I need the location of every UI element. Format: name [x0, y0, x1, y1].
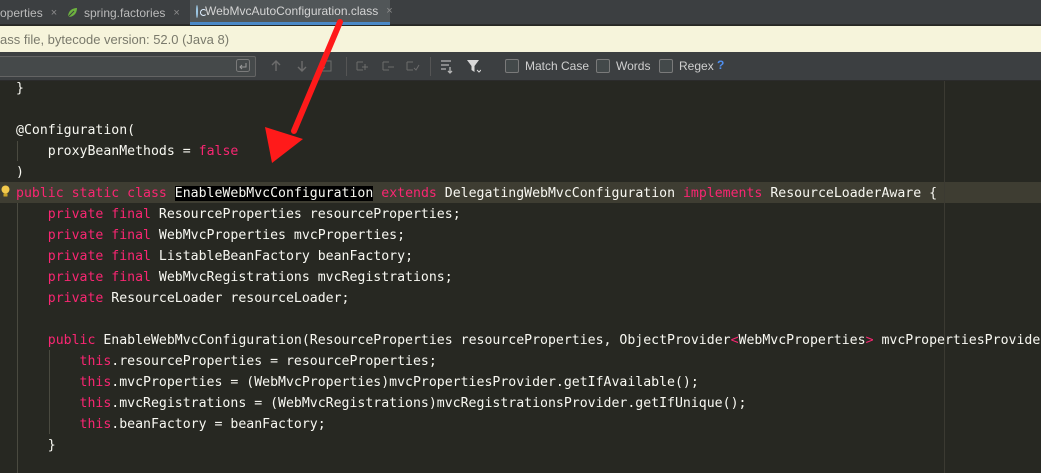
filter-search-results-icon[interactable] [439, 58, 455, 74]
toolbar-separator [430, 57, 431, 76]
close-icon[interactable]: × [51, 7, 57, 19]
code-token: implements [682, 186, 763, 201]
code-token: ; [397, 228, 406, 243]
code-token: WebMvcRegistrations mvcRegistrations [158, 270, 445, 285]
tab-properties[interactable]: operties × [0, 0, 57, 25]
code-token: DelegatingWebMvcConfiguration [436, 186, 683, 201]
match-case-checkbox[interactable] [505, 59, 519, 73]
code-token: EnableWebMvcConfiguration(ResourceProper… [103, 333, 731, 348]
code-token: extends [381, 186, 437, 201]
code-line[interactable]: this.resourceProperties = resourceProper… [16, 351, 437, 372]
code-token: this [16, 417, 112, 432]
regex-checkbox[interactable] [659, 59, 673, 73]
select-all-occurrences-icon[interactable] [318, 58, 334, 74]
code-token: @Configuration( [16, 123, 136, 138]
add-occurrence-icon[interactable] [354, 58, 370, 74]
close-icon[interactable]: × [173, 7, 179, 19]
find-toolbar: Match Case Words Regex ? [0, 52, 1041, 81]
tab-label: spring.factories [84, 5, 166, 20]
decompiled-notice-banner: ass file, bytecode version: 52.0 (Java 8… [0, 26, 1041, 52]
code-line[interactable]: this.mvcRegistrations = (WebMvcRegistrat… [16, 393, 747, 414]
code-line[interactable]: private final WebMvcProperties mvcProper… [16, 225, 405, 246]
code-line[interactable]: ) [16, 162, 24, 183]
code-token: public [16, 333, 104, 348]
match-case-label: Match Case [525, 59, 590, 73]
code-line[interactable]: proxyBeanMethods = false [16, 141, 239, 162]
code-token: proxyBeanMethods = [16, 144, 199, 159]
code-line[interactable]: private ResourceLoader resourceLoader; [16, 288, 350, 309]
code-token: private final [16, 249, 159, 264]
code-token: .mvcProperties = (WebMvcProperties)mvcPr… [111, 375, 699, 390]
filter-icon[interactable] [465, 58, 481, 74]
close-icon[interactable]: × [386, 5, 392, 17]
code-token: this [16, 354, 112, 369]
tab-spring-factories[interactable]: spring.factories × [60, 0, 188, 25]
code-token: WebMvcProperties mvcProperties [158, 228, 398, 243]
code-line[interactable]: } [16, 435, 56, 456]
tab-label: WebMvcAutoConfiguration.class [205, 4, 379, 18]
toolbar-separator [346, 57, 347, 76]
code-token: .mvcRegistrations = (WebMvcRegistrations… [111, 396, 747, 411]
spring-leaf-icon [67, 7, 77, 17]
code-token: mvcPropertiesProvide [873, 333, 1041, 348]
code-line[interactable]: @Configuration( [16, 120, 135, 141]
code-token: ; [341, 291, 350, 306]
code-token: this [16, 375, 112, 390]
code-token: private [16, 291, 112, 306]
previous-occurrence-icon[interactable] [268, 58, 284, 74]
code-token: private final [16, 270, 159, 285]
code-line[interactable]: } [16, 81, 24, 99]
intention-bulb-icon[interactable] [1, 185, 10, 198]
code-line[interactable]: this.mvcProperties = (WebMvcProperties)m… [16, 372, 699, 393]
code-token: ; [405, 249, 414, 264]
code-token: < [730, 333, 739, 348]
editor-tab-bar: operties × spring.factories × WebMvcAuto… [0, 0, 1041, 25]
tab-webmvcautoconfiguration-class[interactable]: WebMvcAutoConfiguration.class × [190, 0, 393, 25]
select-all-matches-icon[interactable] [404, 58, 420, 74]
regex-label: Regex [679, 59, 714, 73]
code-line[interactable]: private final WebMvcRegistrations mvcReg… [16, 267, 453, 288]
code-line[interactable]: public static class EnableWebMvcConfigur… [16, 183, 937, 204]
code-token: private final [16, 207, 159, 222]
code-line[interactable]: this.beanFactory = beanFactory; [16, 414, 326, 435]
class-file-icon [196, 4, 207, 18]
code-token: } [16, 81, 24, 96]
tab-label: operties [0, 5, 43, 20]
search-input[interactable] [0, 56, 256, 77]
code-token: ; [444, 270, 453, 285]
selected-class-name: EnableWebMvcConfiguration [174, 186, 374, 201]
code-token: private final [16, 228, 159, 243]
code-token: WebMvcProperties [738, 333, 866, 348]
right-margin-guide [944, 81, 945, 473]
remove-occurrence-icon[interactable] [380, 58, 396, 74]
code-token: ResourceProperties resourceProperties [158, 207, 453, 222]
code-token: ResourceLoader resourceLoader [111, 291, 342, 306]
words-label: Words [616, 59, 651, 73]
words-checkbox[interactable] [596, 59, 610, 73]
code-token: public static class [16, 186, 175, 201]
code-token: .resourceProperties = resourceProperties… [111, 354, 437, 369]
code-token: } [16, 438, 56, 453]
code-line[interactable]: private final ResourceProperties resourc… [16, 204, 461, 225]
code-editor[interactable]: } @Configuration( proxyBeanMethods = fals… [0, 81, 1041, 473]
code-token: ResourceLoaderAware { [762, 186, 938, 201]
code-token: false [198, 144, 239, 159]
next-occurrence-icon[interactable] [294, 58, 310, 74]
regex-help-link[interactable]: ? [717, 58, 724, 72]
new-line-icon[interactable] [236, 58, 250, 73]
code-line[interactable]: public EnableWebMvcConfiguration(Resourc… [16, 330, 1041, 351]
code-token: > [865, 333, 874, 348]
banner-text: ass file, bytecode version: 52.0 (Java 8… [0, 31, 230, 47]
code-line[interactable]: private final ListableBeanFactory beanFa… [16, 246, 413, 267]
code-token: ListableBeanFactory beanFactory [158, 249, 406, 264]
code-token: ) [16, 165, 24, 180]
code-token: this [16, 396, 112, 411]
code-token: .beanFactory = beanFactory; [111, 417, 326, 432]
code-token: ; [452, 207, 461, 222]
